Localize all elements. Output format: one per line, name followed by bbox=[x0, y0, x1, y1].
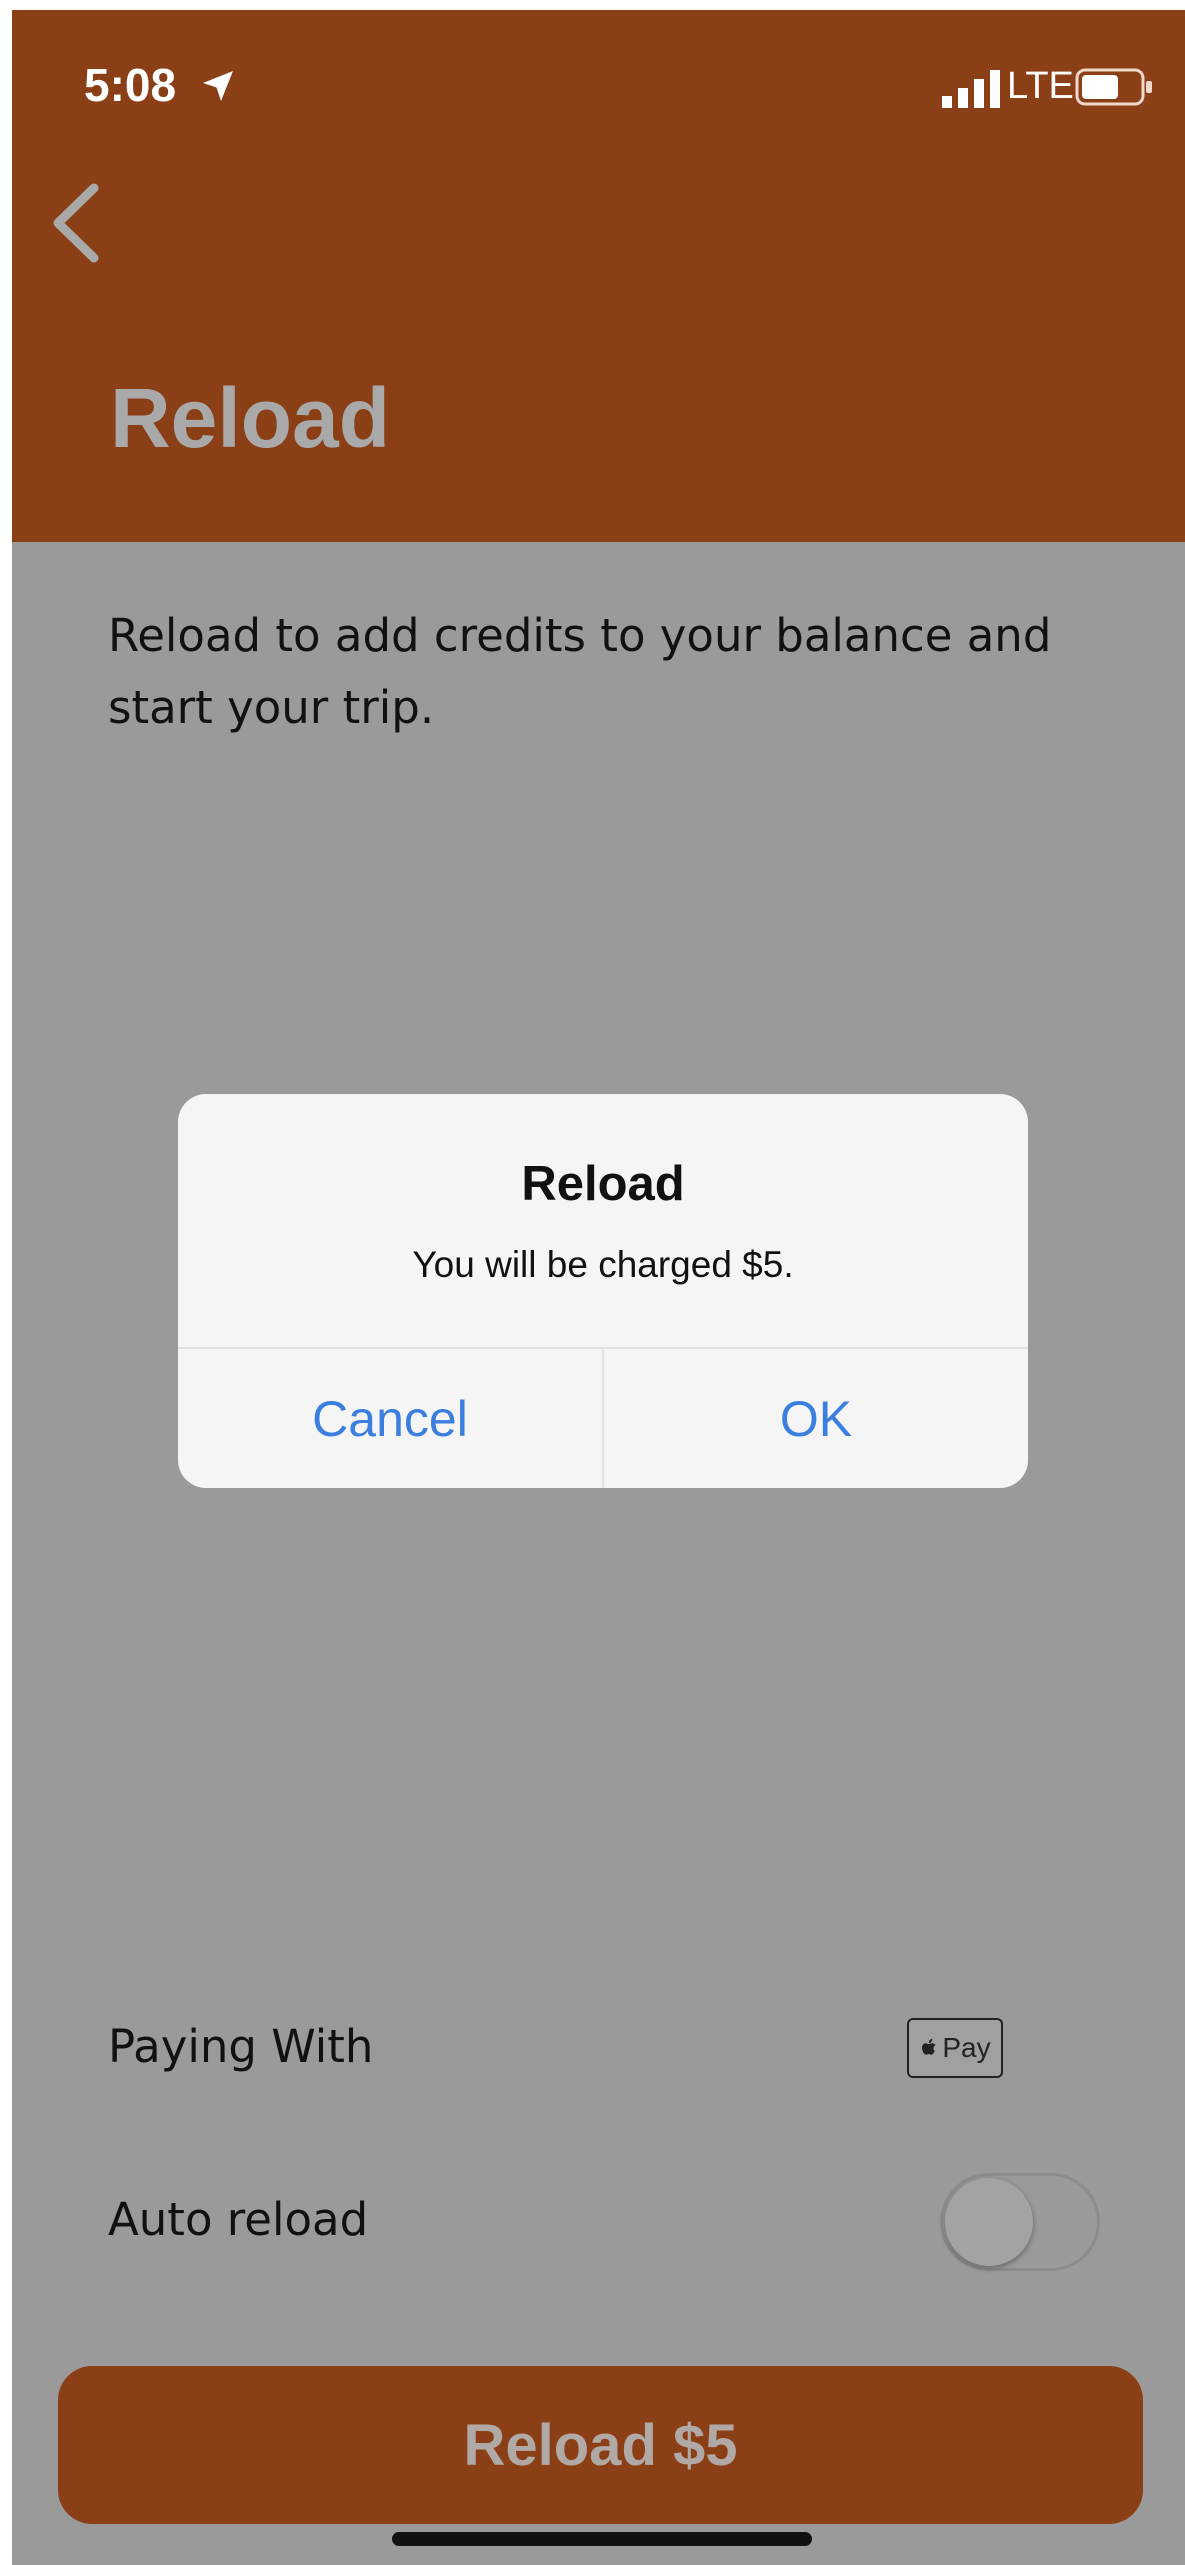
home-indicator bbox=[392, 2532, 812, 2546]
signal-bars-icon bbox=[942, 70, 1000, 108]
toggle-knob bbox=[945, 2178, 1033, 2266]
cancel-button[interactable]: Cancel bbox=[178, 1349, 602, 1488]
location-arrow-icon bbox=[203, 71, 233, 101]
header: 5:08 LTE Reload bbox=[12, 10, 1185, 542]
status-time: 5:08 bbox=[84, 59, 177, 111]
intro-text: Reload to add credits to your balance an… bbox=[108, 609, 1052, 734]
app-screen: 5:08 LTE Reload Reload to add credits to… bbox=[12, 10, 1185, 2565]
page-title: Reload bbox=[110, 371, 391, 465]
reload-alert-dialog: Reload You will be charged $5. Cancel OK bbox=[178, 1094, 1028, 1488]
auto-reload-toggle[interactable] bbox=[940, 2173, 1100, 2271]
reload-button[interactable]: Reload $5 bbox=[58, 2366, 1143, 2524]
network-label: LTE bbox=[1007, 65, 1074, 107]
dialog-message: You will be charged $5. bbox=[412, 1244, 794, 1285]
apple-logo-icon bbox=[922, 2038, 936, 2055]
dialog-title: Reload bbox=[521, 1157, 685, 1211]
ok-button[interactable]: OK bbox=[604, 1349, 1028, 1488]
auto-reload-label: Auto reload bbox=[108, 2193, 369, 2246]
status-bar: 5:08 LTE bbox=[12, 10, 1185, 160]
battery-icon bbox=[1075, 68, 1152, 106]
paying-with-label: Paying With bbox=[108, 2020, 374, 2073]
apple-pay-text: Pay bbox=[942, 2032, 991, 2063]
apple-pay-badge[interactable]: Pay bbox=[907, 2018, 1003, 2078]
back-chevron-icon[interactable] bbox=[42, 178, 112, 268]
